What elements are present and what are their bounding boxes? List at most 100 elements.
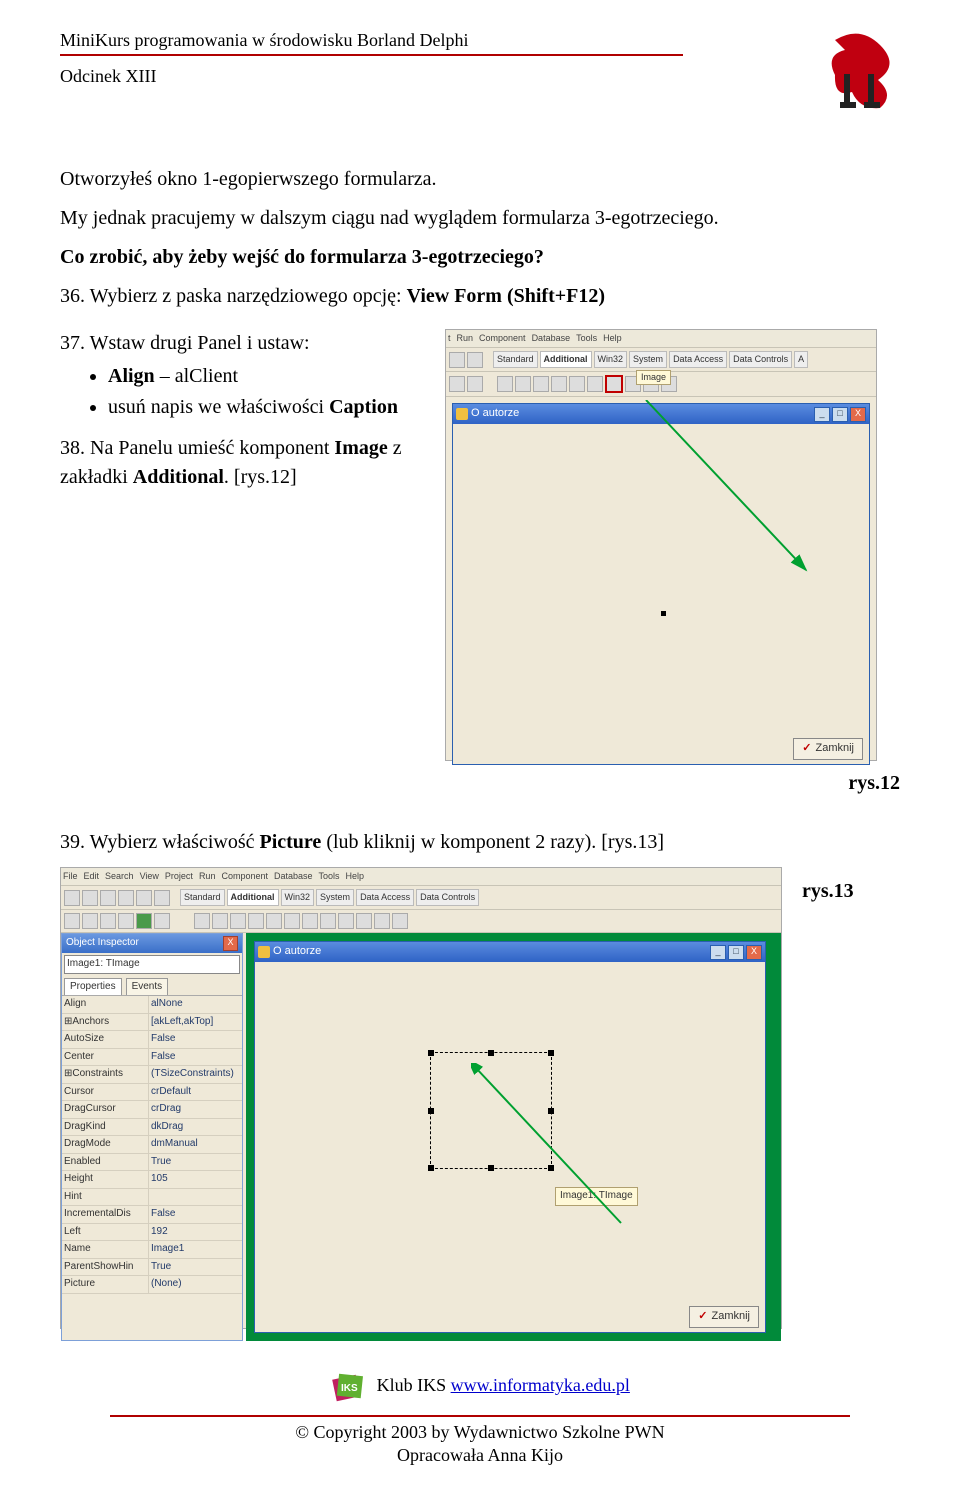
prop-row: AutoSizeFalse <box>62 1031 242 1049</box>
close-icon: X <box>746 945 762 960</box>
tab-data-access: Data Access <box>356 889 414 906</box>
tool-icon <box>154 913 170 929</box>
screenshot-rys12: t Run Component Database Tools Help Stan… <box>445 329 877 761</box>
prop-row: EnabledTrue <box>62 1154 242 1172</box>
app-icon <box>456 408 468 420</box>
maximize-icon: □ <box>832 407 848 422</box>
property-grid: AlignalNone ⊞Anchors[akLeft,akTop] AutoS… <box>62 995 242 1340</box>
tool-icon <box>467 376 483 392</box>
image-component-icon <box>605 375 623 393</box>
tab-system: System <box>316 889 354 906</box>
step-37: 37. Wstaw drugi Panel i ustaw: Align – a… <box>60 329 430 422</box>
component-icon <box>569 376 585 392</box>
toolbar-row-2 <box>61 910 781 933</box>
tab-more: A <box>794 351 808 368</box>
check-icon: ✓ <box>698 1309 707 1325</box>
component-icon <box>551 376 567 392</box>
footer-club-text: Klub IKS <box>377 1375 451 1395</box>
tool-icon <box>467 352 483 368</box>
tool-icon <box>64 913 80 929</box>
tool-icon <box>118 890 134 906</box>
component-icon <box>356 913 372 929</box>
tooltip-image: Image <box>636 370 671 385</box>
step-37-bullet-2: usuń napis we właściwości Caption <box>108 393 430 422</box>
tool-icon <box>64 890 80 906</box>
tool-icon <box>100 913 116 929</box>
question: Co zrobić, aby żeby wejść do formularza … <box>60 243 900 272</box>
run-icon <box>136 913 152 929</box>
tool-icon <box>82 913 98 929</box>
component-icon <box>212 913 228 929</box>
tab-system: System <box>629 351 667 368</box>
component-icon <box>587 376 603 392</box>
minimize-icon: _ <box>814 407 830 422</box>
oi-component-combo: Image1: TImage <box>64 955 240 974</box>
oi-title-text: Object Inspector <box>66 936 139 951</box>
toolbar-row-1: Standard Additional Win32 System Data Ac… <box>61 886 781 910</box>
component-icon <box>284 913 300 929</box>
component-icon <box>515 376 531 392</box>
component-icon <box>302 913 318 929</box>
minimize-icon: _ <box>710 945 726 960</box>
tab-data-controls: Data Controls <box>416 889 479 906</box>
component-icon <box>533 376 549 392</box>
footer-link[interactable]: www.informatyka.edu.pl <box>451 1375 630 1395</box>
tooltip-hint: Image1: TImage <box>555 1187 638 1206</box>
prop-row: IncrementalDisFalse <box>62 1206 242 1224</box>
tab-additional: Additional <box>540 351 592 368</box>
prop-row: DragModedmManual <box>62 1136 242 1154</box>
close-button: ✓ Zamknij <box>793 738 863 760</box>
maximize-icon: □ <box>728 945 744 960</box>
copyright-line-2: Opracowała Anna Kijo <box>60 1444 900 1467</box>
tab-win32: Win32 <box>281 889 315 906</box>
component-icon <box>266 913 282 929</box>
prop-row: AlignalNone <box>62 996 242 1014</box>
copyright-line-1: © Copyright 2003 by Wydawnictwo Szkolne … <box>60 1421 900 1444</box>
prop-row: NameImage1 <box>62 1241 242 1259</box>
paragraph-1: Otworzyłeś okno 1-egopierwszego formular… <box>60 165 900 194</box>
tool-icon <box>82 890 98 906</box>
component-icon <box>320 913 336 929</box>
component-icon <box>374 913 390 929</box>
oi-tab-properties: Properties <box>64 978 122 996</box>
prop-row: Hint <box>62 1189 242 1207</box>
form-title: O autorze <box>273 944 321 960</box>
tab-win32: Win32 <box>594 351 628 368</box>
form-title: O autorze <box>471 406 519 422</box>
app-icon <box>258 946 270 958</box>
resize-handle <box>428 1050 434 1056</box>
component-icon <box>338 913 354 929</box>
prop-row: DragKinddkDrag <box>62 1119 242 1137</box>
publisher-logo <box>830 30 900 110</box>
page-title: MiniKurs programowania w środowisku Borl… <box>60 30 683 56</box>
prop-row: ⊞Anchors[akLeft,akTop] <box>62 1014 242 1032</box>
tool-icon <box>100 890 116 906</box>
tool-icon <box>154 890 170 906</box>
close-icon: X <box>850 407 866 422</box>
component-icon <box>392 913 408 929</box>
iks-logo-icon: IKS <box>330 1369 366 1405</box>
component-icon <box>230 913 246 929</box>
toolbar-row-1: Standard Additional Win32 System Data Ac… <box>446 348 876 372</box>
design-area: O autorze _ □ X <box>246 933 781 1341</box>
episode-label: Odcinek XIII <box>60 66 820 87</box>
prop-row: DragCursorcrDrag <box>62 1101 242 1119</box>
prop-row: Left192 <box>62 1224 242 1242</box>
step-38: 38. Na Panelu umieść komponent Image z z… <box>60 434 430 492</box>
figure-label-12: rys.12 <box>60 769 900 798</box>
close-icon: X <box>223 936 238 951</box>
resize-handle <box>488 1165 494 1171</box>
prop-row: CenterFalse <box>62 1049 242 1067</box>
prop-row: Picture(None) <box>62 1276 242 1294</box>
tab-additional: Additional <box>227 889 279 906</box>
component-icon <box>194 913 210 929</box>
component-icon <box>248 913 264 929</box>
resize-handle <box>548 1165 554 1171</box>
step-37-bullet-1: Align – alClient <box>108 362 430 391</box>
oi-tab-events: Events <box>126 978 169 996</box>
image-component-selection <box>430 1052 552 1169</box>
tab-data-access: Data Access <box>669 351 727 368</box>
component-icon <box>497 376 513 392</box>
resize-handle <box>428 1165 434 1171</box>
tool-icon <box>449 352 465 368</box>
